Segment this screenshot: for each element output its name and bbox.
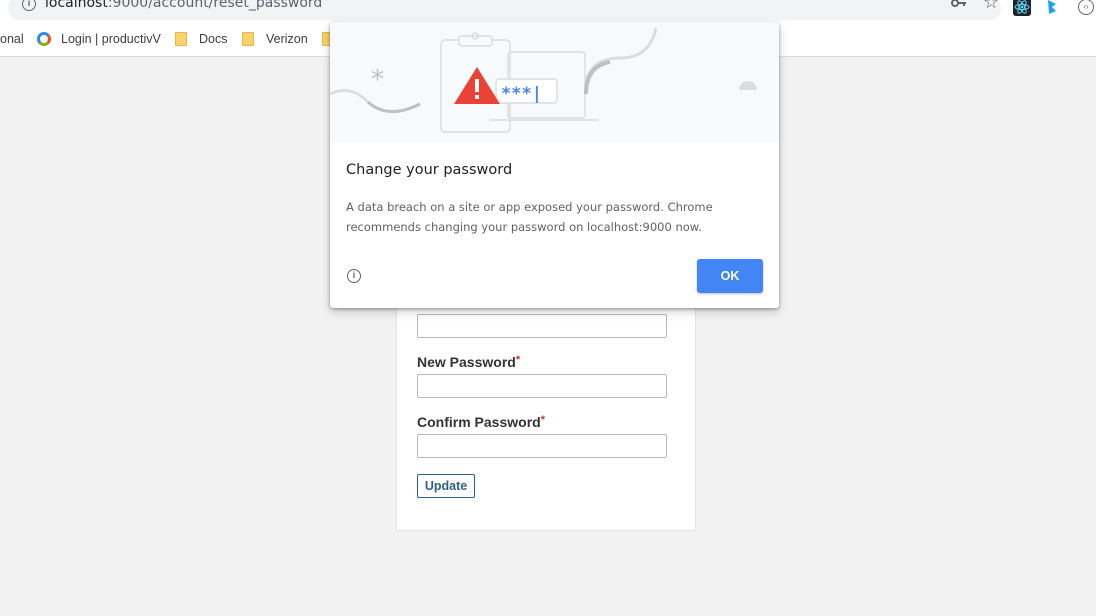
bookmark-label: onal bbox=[0, 32, 24, 46]
update-button[interactable]: Update bbox=[417, 474, 475, 498]
asterisk-shape: * bbox=[371, 65, 384, 95]
extension-code-icon[interactable]: ‹› bbox=[1078, 0, 1094, 15]
productivv-logo-icon bbox=[37, 32, 51, 46]
curve-dark-shape bbox=[584, 60, 611, 95]
address-bar[interactable]: i localhost:9000/account/reset_password … bbox=[8, 0, 1001, 20]
confirm-password-label: Confirm Password* bbox=[417, 414, 545, 430]
url-text[interactable]: localhost:9000/account/reset_password bbox=[45, 0, 322, 11]
bookmark-folder-docs[interactable]: Docs bbox=[175, 32, 227, 46]
dialog-title: Change your password bbox=[346, 162, 513, 178]
bookmark-label: Verizon bbox=[266, 32, 308, 46]
bookmark-folder-verizon[interactable]: Verizon bbox=[242, 32, 308, 46]
bookmark-item[interactable]: onal bbox=[0, 32, 24, 46]
new-password-label-text: New Password bbox=[417, 354, 516, 370]
half-dot-shape bbox=[739, 81, 757, 90]
curve-right-shape bbox=[584, 27, 658, 83]
new-password-label: New Password* bbox=[417, 354, 520, 370]
password-breach-dialog: * ***| Change your password A data breac… bbox=[330, 22, 779, 308]
folder-icon bbox=[242, 32, 254, 46]
react-devtools-icon[interactable] bbox=[1013, 0, 1031, 16]
ok-button[interactable]: OK bbox=[697, 259, 763, 293]
current-password-field[interactable] bbox=[417, 314, 667, 338]
folder-icon bbox=[175, 32, 187, 46]
extension-icon[interactable] bbox=[1046, 0, 1062, 15]
reset-password-card: New Password* Confirm Password* Update bbox=[396, 300, 696, 531]
bookmark-star-icon[interactable]: ☆ bbox=[983, 0, 999, 13]
clipboard-clip-shape bbox=[458, 35, 493, 47]
warning-exclaim-dot bbox=[475, 95, 479, 99]
bookmark-item-productivv[interactable]: Login | productivV bbox=[37, 32, 161, 46]
key-icon[interactable] bbox=[951, 0, 967, 10]
browser-toolbar: i localhost:9000/account/reset_password … bbox=[0, 0, 1096, 22]
squiggle-dark-shape bbox=[366, 100, 421, 113]
required-asterisk: * bbox=[515, 354, 521, 366]
confirm-password-field[interactable] bbox=[417, 434, 667, 458]
bookmark-label: Docs bbox=[199, 32, 228, 46]
site-info-icon[interactable]: i bbox=[22, 0, 36, 11]
breach-illustration-svg: * ***| bbox=[330, 27, 757, 133]
url-host: localhost bbox=[45, 0, 108, 11]
dialog-body-text: A data breach on a site or app exposed y… bbox=[346, 200, 713, 234]
warning-exclaim-bar bbox=[475, 79, 479, 92]
info-icon[interactable]: i bbox=[347, 269, 361, 283]
bookmark-label: Login | productivV bbox=[61, 32, 161, 46]
dialog-illustration: * ***| bbox=[330, 22, 779, 142]
required-asterisk: * bbox=[540, 414, 545, 426]
masked-password-text: ***| bbox=[501, 84, 542, 104]
url-path: :9000/account/reset_password bbox=[107, 0, 323, 11]
confirm-password-label-text: Confirm Password bbox=[417, 414, 541, 430]
new-password-field[interactable] bbox=[417, 374, 667, 398]
